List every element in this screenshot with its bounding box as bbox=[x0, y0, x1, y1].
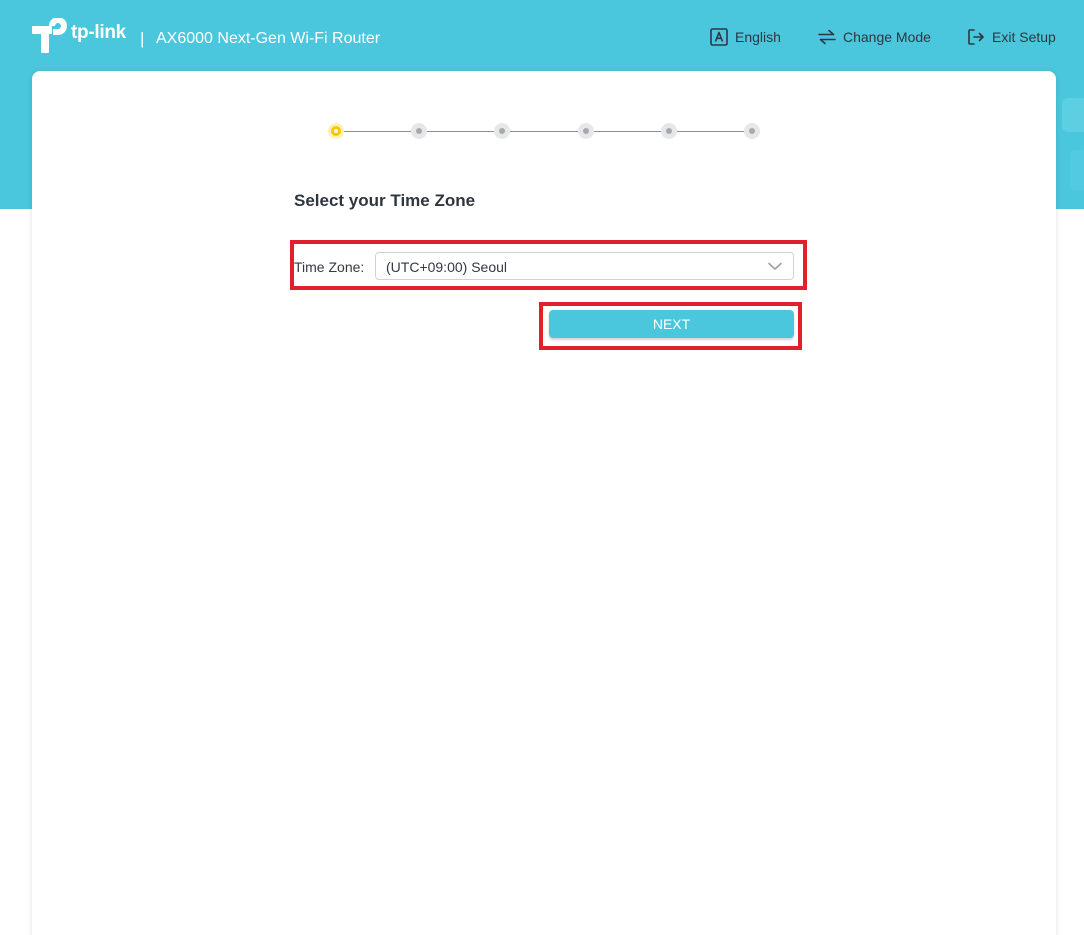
next-button[interactable]: NEXT bbox=[549, 310, 794, 338]
step-connector bbox=[427, 131, 494, 132]
step-5-indicator bbox=[661, 123, 677, 139]
step-4-indicator bbox=[578, 123, 594, 139]
step-connector bbox=[510, 131, 578, 132]
step-connector bbox=[344, 131, 411, 132]
step-1-indicator bbox=[328, 123, 344, 139]
timezone-label: Time Zone: bbox=[294, 259, 365, 275]
timezone-selected-value: (UTC+09:00) Seoul bbox=[386, 259, 508, 275]
chevron-down-icon bbox=[768, 262, 782, 270]
progress-stepper bbox=[0, 0, 1084, 160]
step-3-indicator bbox=[494, 123, 510, 139]
timezone-select[interactable]: (UTC+09:00) Seoul bbox=[375, 252, 794, 280]
step-2-indicator bbox=[411, 123, 427, 139]
step-connector bbox=[594, 131, 661, 132]
step-connector bbox=[677, 131, 744, 132]
page-title: Select your Time Zone bbox=[294, 191, 476, 210]
setup-page: tp-link | AX6000 Next-Gen Wi-Fi Router E… bbox=[0, 0, 1084, 935]
step-6-indicator bbox=[744, 123, 760, 139]
setup-card bbox=[32, 71, 1056, 935]
